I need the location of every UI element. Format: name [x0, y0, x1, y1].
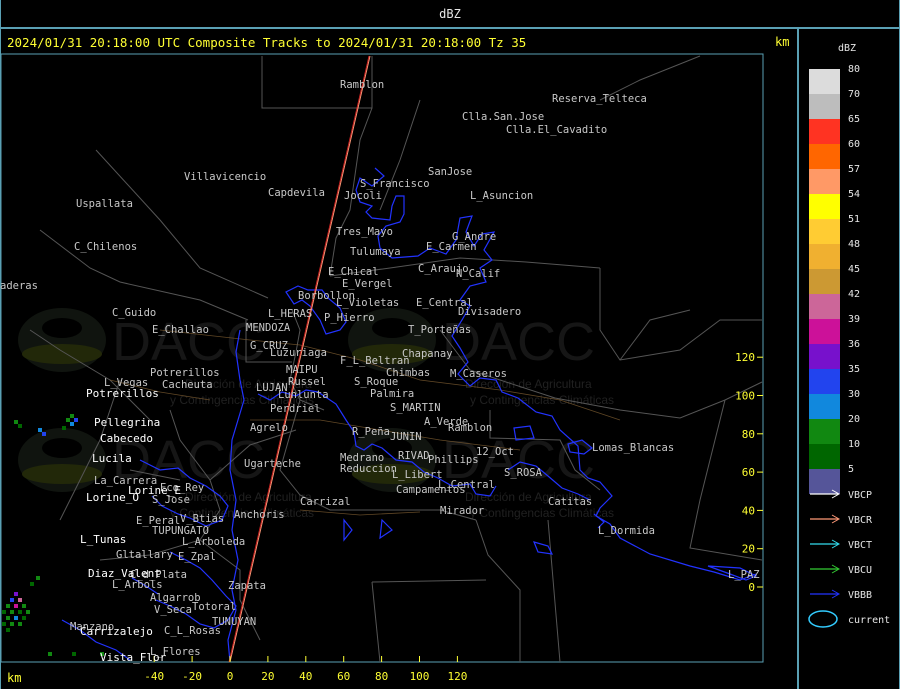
current-ellipse-icon [808, 610, 838, 628]
track-label: VBBB [848, 590, 872, 601]
track-label: VBCR [848, 515, 873, 526]
track-legend: VBCP VBCR VBCT VBCU VBBB current [808, 489, 890, 628]
track-label: VBCT [848, 540, 872, 551]
current-label: current [848, 615, 890, 626]
track-label: VBCU [848, 565, 872, 576]
track-label: VBCP [848, 490, 872, 501]
